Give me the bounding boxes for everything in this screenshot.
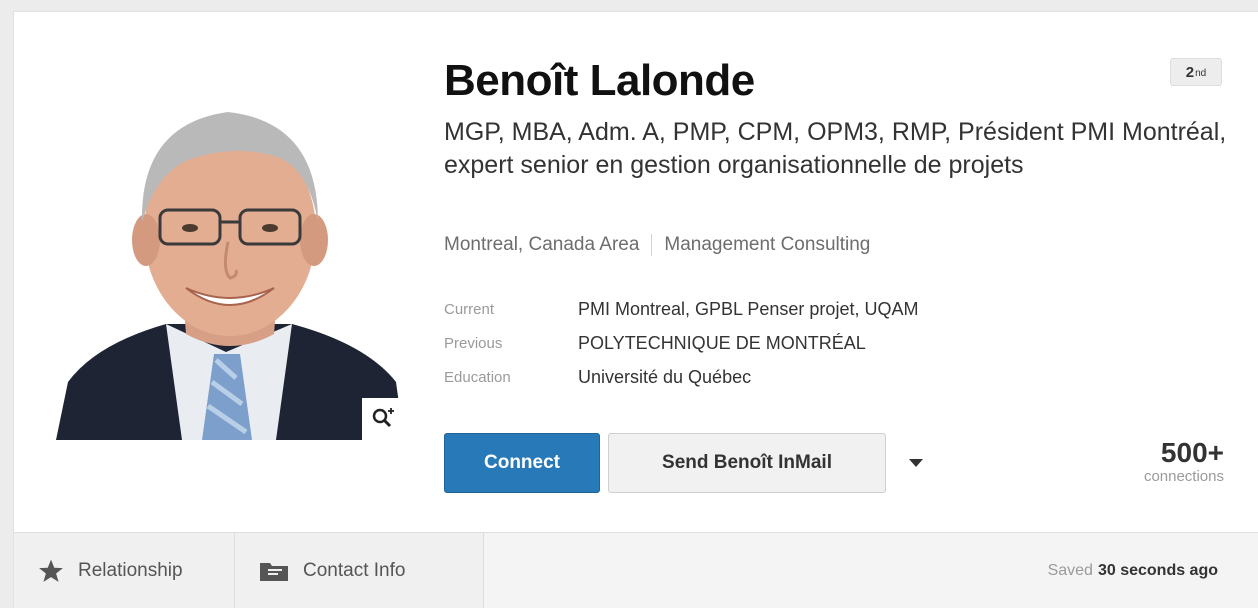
contact-info-label: Contact Info	[303, 559, 406, 581]
profile-photo[interactable]	[56, 82, 404, 440]
detail-label: Education	[444, 368, 511, 386]
more-actions-dropdown[interactable]	[898, 448, 934, 478]
connections-label: connections	[1143, 468, 1224, 485]
detail-label: Current	[444, 300, 495, 318]
profile-card: Benoît Lalonde 2nd MGP, MBA, Adm. A, PMP…	[14, 12, 1258, 608]
detail-value[interactable]: POLYTECHNIQUE DE MONTRÉAL	[578, 333, 866, 354]
degree-number: 2	[1185, 63, 1195, 81]
profile-footer: Relationship Contact Info Saved 30 secon…	[14, 532, 1258, 608]
relationship-label: Relationship	[78, 559, 183, 581]
detail-row-current: Current PMI Montreal, GPBL Penser projet…	[444, 292, 918, 326]
folder-icon	[259, 560, 289, 582]
contact-info-tab[interactable]: Contact Info	[235, 533, 484, 608]
connection-degree-badge: 2nd	[1170, 58, 1222, 86]
detail-value[interactable]: Université du Québec	[578, 367, 751, 388]
saved-prefix: Saved	[1047, 561, 1093, 579]
location-industry: Montreal, Canada Area Management Consult…	[444, 234, 870, 256]
star-icon	[38, 558, 64, 584]
connect-button[interactable]: Connect	[444, 433, 600, 493]
connections-count: 500+ connections	[1143, 437, 1224, 486]
profile-headline: MGP, MBA, Adm. A, PMP, CPM, OPM3, RMP, P…	[444, 118, 1227, 179]
detail-row-previous: Previous POLYTECHNIQUE DE MONTRÉAL	[444, 326, 918, 360]
caret-down-icon	[909, 459, 923, 467]
profile-details: Current PMI Montreal, GPBL Penser projet…	[444, 292, 918, 394]
detail-label: Previous	[444, 334, 503, 352]
industry[interactable]: Management Consulting	[664, 234, 870, 256]
relationship-tab[interactable]: Relationship	[14, 533, 235, 608]
divider	[651, 234, 653, 256]
profile-name: Benoît Lalonde	[444, 56, 755, 105]
send-inmail-button[interactable]: Send Benoît InMail	[608, 433, 886, 493]
connections-number: 500+	[1160, 437, 1224, 468]
saved-time: 30 seconds ago	[1097, 561, 1218, 579]
portrait-image	[56, 112, 404, 440]
zoom-in-icon	[372, 408, 394, 428]
zoom-button[interactable]	[362, 398, 404, 440]
detail-value[interactable]: PMI Montreal, GPBL Penser projet, UQAM	[578, 299, 918, 320]
degree-suffix: nd	[1195, 68, 1207, 79]
location[interactable]: Montreal, Canada Area	[444, 234, 639, 256]
detail-row-education: Education Université du Québec	[444, 360, 918, 394]
saved-status: Saved 30 seconds ago	[1048, 533, 1218, 608]
